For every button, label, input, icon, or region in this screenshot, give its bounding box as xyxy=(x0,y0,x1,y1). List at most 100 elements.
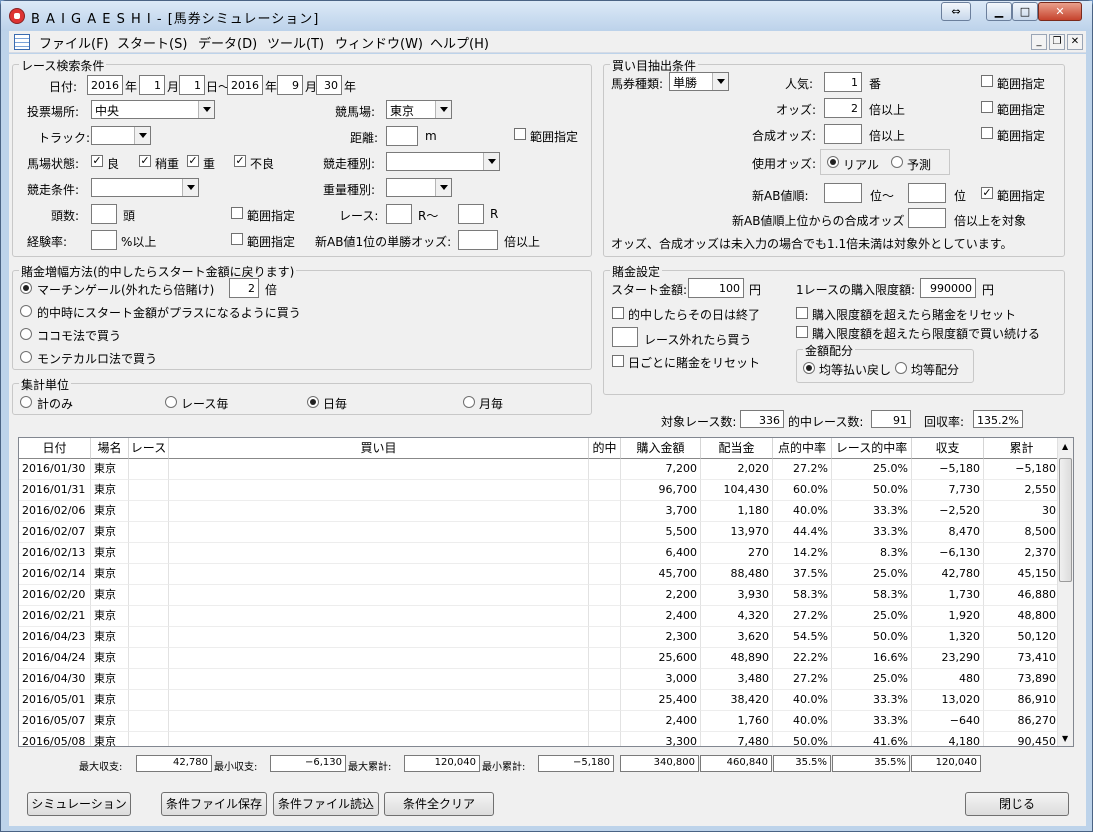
menu-help[interactable]: ヘルプ(H) xyxy=(430,33,489,52)
mdi-restore-icon[interactable]: ❐ xyxy=(1049,34,1065,50)
from-year-input[interactable]: 2016 xyxy=(87,75,123,95)
column-header-purchase[interactable]: 購入金額 xyxy=(621,438,701,459)
table-row[interactable]: 2016/01/30 東京 7,200 2,020 27.2% 25.0% −5,180 −5… xyxy=(19,459,1060,480)
distance-range-checkbox[interactable] xyxy=(514,128,526,140)
column-header-payout[interactable]: 配当金 xyxy=(701,438,773,459)
multiplier-input[interactable]: 2 xyxy=(229,278,259,298)
column-header-race-rate[interactable]: レース的中率 xyxy=(832,438,912,459)
cond-slightly-heavy-checkbox[interactable]: ✓ xyxy=(139,155,151,167)
experience-input[interactable] xyxy=(91,230,117,250)
keep-limit-checkbox[interactable] xyxy=(796,326,808,338)
mdi-close-icon[interactable]: ✕ xyxy=(1067,34,1083,50)
column-header-point-rate[interactable]: 点的中率 xyxy=(773,438,832,459)
scroll-thumb[interactable] xyxy=(1059,458,1072,582)
montecarlo-radio[interactable] xyxy=(20,351,32,363)
table-row[interactable]: 2016/02/14 東京 45,700 88,480 37.5% 25.0% 42,780… xyxy=(19,564,1060,585)
venue-select[interactable]: 中央 xyxy=(91,100,215,119)
table-row[interactable]: 2016/01/31 東京 96,700 104,430 60.0% 50.0% 7,730… xyxy=(19,480,1060,501)
menu-window[interactable]: ウィンドウ(W) xyxy=(335,33,423,52)
buy-after-input[interactable] xyxy=(612,327,638,347)
scroll-up-icon[interactable]: ▲ xyxy=(1062,442,1068,451)
to-month-input[interactable]: 9 xyxy=(277,75,303,95)
table-row[interactable]: 2016/02/21 東京 2,400 4,320 27.2% 25.0% 1,920 48,… xyxy=(19,606,1060,627)
popularity-input[interactable]: 1 xyxy=(824,72,862,92)
maximize-button[interactable]: □ xyxy=(1012,2,1038,21)
close-window-button[interactable]: ✕ xyxy=(1038,2,1082,21)
from-month-input[interactable]: 1 xyxy=(139,75,165,95)
track-select[interactable]: 東京 xyxy=(386,100,452,119)
to-day-input[interactable]: 30 xyxy=(316,75,342,95)
reset-day-checkbox[interactable] xyxy=(612,355,624,367)
surface-select[interactable] xyxy=(91,126,151,145)
race-from-input[interactable] xyxy=(386,204,412,224)
ab-combo-input[interactable] xyxy=(908,208,946,228)
menu-start[interactable]: スタート(S) xyxy=(117,33,187,52)
menu-file[interactable]: ファイル(F) xyxy=(39,33,109,52)
distance-input[interactable] xyxy=(386,126,418,146)
column-header-bet[interactable]: 買い目 xyxy=(169,438,589,459)
unit-total-radio[interactable] xyxy=(20,396,32,408)
table-row[interactable]: 2016/02/20 東京 2,200 3,930 58.3% 58.3% 1,730 46,… xyxy=(19,585,1060,606)
table-row[interactable]: 2016/02/13 東京 6,400 270 14.2% 8.3% −6,130 2,370 xyxy=(19,543,1060,564)
start-amount-input[interactable]: 100 xyxy=(688,278,744,298)
column-header-balance[interactable]: 収支 xyxy=(912,438,984,459)
simulate-button[interactable]: シミュレーション xyxy=(27,792,131,816)
table-row[interactable]: 2016/04/30 東京 3,000 3,480 27.2% 25.0% 480 73,89… xyxy=(19,669,1060,690)
table-row[interactable]: 2016/02/06 東京 3,700 1,180 40.0% 33.3% −2,520 30 xyxy=(19,501,1060,522)
stop-day-checkbox[interactable] xyxy=(612,307,624,319)
odds-range-checkbox[interactable] xyxy=(981,101,993,113)
heads-input[interactable] xyxy=(91,204,117,224)
equal-split-radio[interactable] xyxy=(895,362,907,374)
cocomo-radio[interactable] xyxy=(20,328,32,340)
cond-good-checkbox[interactable]: ✓ xyxy=(91,155,103,167)
table-row[interactable]: 2016/02/07 東京 5,500 13,970 44.4% 33.3% 8,470 8,… xyxy=(19,522,1060,543)
results-table[interactable]: 日付 場名 レース 買い目 的中 購入金額 配当金 点的中率 レース的中率 収支 累計 2016/0… xyxy=(18,437,1074,747)
minimize-button[interactable]: ▁ xyxy=(986,2,1012,21)
table-row[interactable]: 2016/04/24 東京 25,600 48,890 22.2% 16.6% 23,290… xyxy=(19,648,1060,669)
column-header-hit[interactable]: 的中 xyxy=(589,438,621,459)
scroll-down-icon[interactable]: ▼ xyxy=(1062,734,1068,743)
unit-month-radio[interactable] xyxy=(463,396,475,408)
ab-order-range-checkbox[interactable]: ✓ xyxy=(981,187,993,199)
mdi-minimize-icon[interactable]: _ xyxy=(1031,34,1047,50)
menu-data[interactable]: データ(D) xyxy=(198,33,257,52)
resize-icon[interactable]: ⇔ xyxy=(941,2,971,21)
table-row[interactable]: 2016/04/23 東京 2,300 3,620 54.5% 50.0% 1,320 50,… xyxy=(19,627,1060,648)
heads-range-checkbox[interactable] xyxy=(231,207,243,219)
column-header-date[interactable]: 日付 xyxy=(19,438,91,459)
reset-over-checkbox[interactable] xyxy=(796,307,808,319)
cond-bad-checkbox[interactable]: ✓ xyxy=(234,155,246,167)
menu-tools[interactable]: ツール(T) xyxy=(267,33,324,52)
limit-input[interactable]: 990000 xyxy=(920,278,976,298)
race-condition-select[interactable] xyxy=(91,178,199,197)
unit-race-radio[interactable] xyxy=(165,396,177,408)
column-header-venue[interactable]: 場名 xyxy=(91,438,129,459)
clear-conditions-button[interactable]: 条件全クリア xyxy=(384,792,494,816)
cond-heavy-checkbox[interactable]: ✓ xyxy=(187,155,199,167)
ab-odds-input[interactable] xyxy=(458,230,498,250)
vertical-scrollbar[interactable]: ▲ ▼ xyxy=(1057,438,1073,746)
column-header-cumulative[interactable]: 累計 xyxy=(984,438,1060,459)
column-header-race[interactable]: レース xyxy=(129,438,169,459)
combo-odds-input[interactable] xyxy=(824,124,862,144)
forecast-odds-radio[interactable] xyxy=(891,156,903,168)
table-row[interactable]: 2016/05/07 東京 2,400 1,760 40.0% 33.3% −640 86,2… xyxy=(19,711,1060,732)
from-day-input[interactable]: 1 xyxy=(179,75,205,95)
real-odds-radio[interactable] xyxy=(827,156,839,168)
to-year-input[interactable]: 2016 xyxy=(227,75,263,95)
race-type-select[interactable] xyxy=(386,152,500,171)
odds-input[interactable]: 2 xyxy=(824,98,862,118)
popularity-range-checkbox[interactable] xyxy=(981,75,993,87)
martingale-radio[interactable] xyxy=(20,282,32,294)
unit-day-radio[interactable] xyxy=(307,396,319,408)
weight-select[interactable] xyxy=(386,178,452,197)
bet-type-select[interactable]: 単勝 xyxy=(669,72,729,91)
ab-order-to-input[interactable] xyxy=(908,183,946,203)
save-conditions-button[interactable]: 条件ファイル保存 xyxy=(161,792,267,816)
combo-range-checkbox[interactable] xyxy=(981,127,993,139)
table-row[interactable]: 2016/05/01 東京 25,400 38,420 40.0% 33.3% 13,020… xyxy=(19,690,1060,711)
plus-start-radio[interactable] xyxy=(20,305,32,317)
table-row[interactable]: 2016/05/08 東京 3,300 7,480 50.0% 41.6% 4,180 90,… xyxy=(19,732,1060,746)
experience-range-checkbox[interactable] xyxy=(231,233,243,245)
equal-payout-radio[interactable] xyxy=(803,362,815,374)
